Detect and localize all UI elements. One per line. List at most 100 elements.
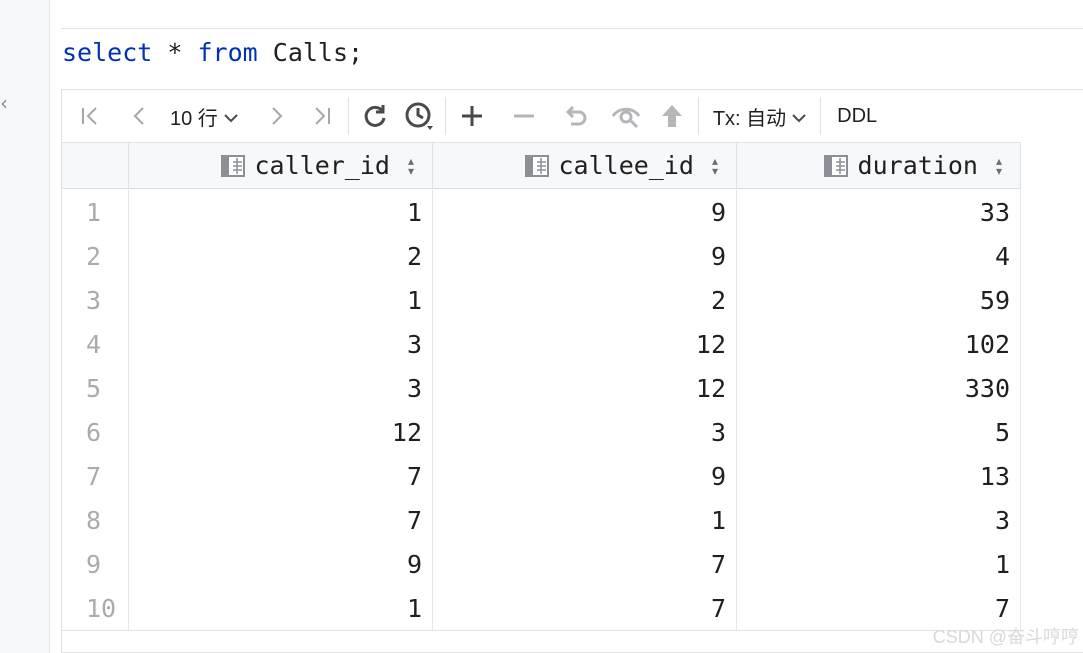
column-label: callee_id bbox=[558, 151, 694, 180]
ddl-label: DDL bbox=[837, 104, 878, 127]
previous-page-icon[interactable] bbox=[122, 96, 158, 136]
grid-rows: 1 1 9 33 2294 3 1 2 59 4 3 12 102 5 3 12 330 6 12 3 5 7… bbox=[62, 190, 1021, 630]
cell-duration[interactable]: 102 bbox=[737, 322, 1021, 366]
table-row[interactable]: 3 1 2 59 bbox=[62, 278, 1021, 322]
cell-duration[interactable]: 33 bbox=[737, 190, 1021, 234]
left-gutter: ‹ bbox=[0, 0, 50, 653]
table-row[interactable]: 9971 bbox=[62, 542, 1021, 586]
cell-duration[interactable]: 330 bbox=[737, 366, 1021, 410]
cell-callee-id[interactable]: 7 bbox=[433, 542, 737, 586]
watermark-text: CSDN @奋斗哼哼 bbox=[932, 627, 1079, 647]
cell-callee-id[interactable]: 9 bbox=[433, 190, 737, 234]
table-row[interactable]: 1 1 9 33 bbox=[62, 190, 1021, 234]
chevron-down-icon bbox=[792, 104, 806, 129]
cell-duration[interactable]: 4 bbox=[737, 234, 1021, 278]
history-clock-icon[interactable] bbox=[401, 96, 437, 136]
toolbar-separator bbox=[347, 97, 349, 135]
grid-header-row: caller_id ▴ ▾ callee_id ▴ ▾ duration ▴ ▾ bbox=[62, 142, 1021, 190]
table-row[interactable]: 4 3 12 102 bbox=[62, 322, 1021, 366]
row-number: 8 bbox=[62, 498, 129, 542]
table-row[interactable]: 10 1 7 7 bbox=[62, 586, 1021, 630]
view-query-icon[interactable] bbox=[608, 96, 644, 136]
toolbar-separator bbox=[820, 97, 822, 135]
row-number-header bbox=[62, 142, 129, 189]
column-icon bbox=[823, 154, 848, 177]
cell-caller-id[interactable]: 1 bbox=[129, 278, 433, 322]
transaction-mode-dropdown[interactable]: Tx: 自动 bbox=[713, 96, 806, 136]
row-number: 6 bbox=[62, 410, 129, 454]
row-number: 9 bbox=[62, 542, 129, 586]
sql-keyword-from: from bbox=[197, 38, 258, 67]
table-row[interactable]: 8713 bbox=[62, 498, 1021, 542]
sort-icon[interactable]: ▴ ▾ bbox=[996, 155, 1002, 177]
page-size-dropdown[interactable]: 10 行 bbox=[170, 96, 238, 136]
sort-icon[interactable]: ▴ ▾ bbox=[408, 155, 414, 177]
page-size-label: 10 行 bbox=[170, 107, 218, 130]
refresh-icon[interactable] bbox=[357, 96, 393, 136]
add-row-icon[interactable] bbox=[454, 96, 490, 136]
sql-table-name: Calls; bbox=[272, 38, 364, 67]
column-icon bbox=[524, 154, 549, 177]
revert-icon[interactable] bbox=[558, 96, 594, 136]
last-page-icon[interactable] bbox=[304, 96, 340, 136]
cell-callee-id[interactable]: 9 bbox=[433, 234, 737, 278]
column-label: caller_id bbox=[254, 151, 390, 180]
sort-icon[interactable]: ▴ ▾ bbox=[712, 155, 718, 177]
cell-caller-id[interactable]: 3 bbox=[129, 366, 433, 410]
column-header-duration[interactable]: duration ▴ ▾ bbox=[737, 142, 1021, 189]
row-number: 5 bbox=[62, 366, 129, 410]
cell-callee-id[interactable]: 9 bbox=[433, 454, 737, 498]
cell-callee-id[interactable]: 3 bbox=[433, 410, 737, 454]
cell-duration[interactable]: 59 bbox=[737, 278, 1021, 322]
table-row[interactable]: 6 12 3 5 bbox=[62, 410, 1021, 454]
delete-row-icon[interactable] bbox=[506, 96, 542, 136]
cell-duration[interactable]: 1 bbox=[737, 542, 1021, 586]
cell-callee-id[interactable]: 12 bbox=[433, 366, 737, 410]
toolbar-separator bbox=[697, 97, 699, 135]
row-number: 7 bbox=[62, 454, 129, 498]
table-row[interactable]: 2294 bbox=[62, 234, 1021, 278]
grid-bottom-border bbox=[62, 630, 1021, 631]
first-page-icon[interactable] bbox=[72, 96, 108, 136]
row-number: 2 bbox=[62, 234, 129, 278]
tx-mode-label: Tx: 自动 bbox=[712, 107, 787, 130]
column-icon bbox=[220, 154, 245, 177]
cell-callee-id[interactable]: 2 bbox=[433, 278, 737, 322]
cell-caller-id[interactable]: 9 bbox=[129, 542, 433, 586]
row-number: 3 bbox=[62, 278, 129, 322]
cell-duration[interactable]: 5 bbox=[737, 410, 1021, 454]
next-page-icon[interactable] bbox=[258, 96, 294, 136]
cell-callee-id[interactable]: 7 bbox=[433, 586, 737, 630]
column-header-caller-id[interactable]: caller_id ▴ ▾ bbox=[129, 142, 433, 189]
sql-star: * bbox=[167, 38, 183, 67]
cell-caller-id[interactable]: 2 bbox=[129, 234, 433, 278]
row-number: 4 bbox=[62, 322, 129, 366]
column-header-callee-id[interactable]: callee_id ▴ ▾ bbox=[433, 142, 737, 189]
cell-caller-id[interactable]: 3 bbox=[129, 322, 433, 366]
cell-duration[interactable]: 13 bbox=[737, 454, 1021, 498]
column-label: duration bbox=[857, 151, 978, 180]
ddl-button[interactable]: DDL bbox=[837, 96, 877, 136]
result-toolbar: 10 行 Tx: 自动 DDL bbox=[62, 90, 1083, 142]
result-panel: 10 行 Tx: 自动 DDL caller_id ▴ ▾ callee_id … bbox=[61, 89, 1083, 653]
cell-callee-id[interactable]: 12 bbox=[433, 322, 737, 366]
cell-duration[interactable]: 3 bbox=[737, 498, 1021, 542]
cell-caller-id[interactable]: 7 bbox=[129, 454, 433, 498]
row-number: 1 bbox=[62, 190, 129, 234]
divider bbox=[61, 28, 1083, 29]
cell-caller-id[interactable]: 12 bbox=[129, 410, 433, 454]
cell-caller-id[interactable]: 7 bbox=[129, 498, 433, 542]
toolbar-separator bbox=[444, 97, 446, 135]
sql-keyword-select: select bbox=[62, 38, 153, 67]
cell-caller-id[interactable]: 1 bbox=[129, 586, 433, 630]
sql-editor-line[interactable]: select * from Calls; bbox=[62, 36, 363, 70]
result-grid: caller_id ▴ ▾ callee_id ▴ ▾ duration ▴ ▾ 11… bbox=[62, 142, 1083, 652]
row-number: 10 bbox=[62, 586, 129, 630]
chevron-down-icon bbox=[224, 104, 238, 129]
submit-arrow-up-icon[interactable] bbox=[654, 96, 690, 136]
table-row[interactable]: 7 7 9 13 bbox=[62, 454, 1021, 498]
table-row[interactable]: 5 3 12 330 bbox=[62, 366, 1021, 410]
cell-caller-id[interactable]: 1 bbox=[129, 190, 433, 234]
cell-callee-id[interactable]: 1 bbox=[433, 498, 737, 542]
collapse-chevron-icon[interactable]: ‹ bbox=[0, 92, 14, 114]
